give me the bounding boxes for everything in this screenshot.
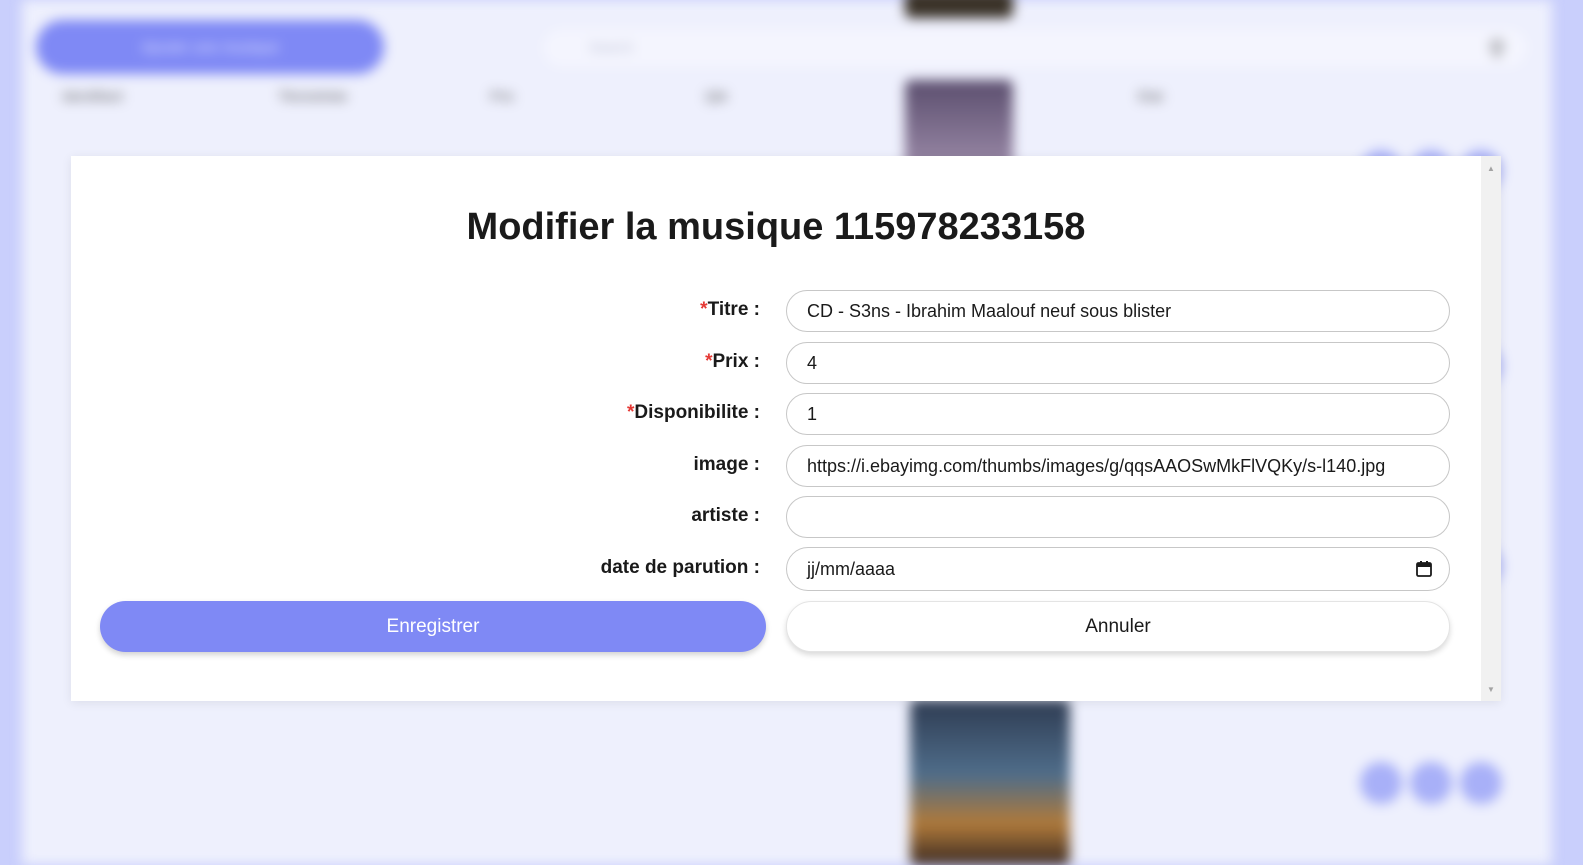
search-placeholder: Search bbox=[589, 39, 634, 55]
title-input[interactable] bbox=[786, 290, 1450, 332]
column-header-title: Titre/artiste bbox=[278, 88, 348, 104]
image-url-input[interactable] bbox=[786, 445, 1450, 487]
artist-label: artiste : bbox=[691, 505, 760, 526]
release-date-label: date de parution : bbox=[600, 557, 760, 578]
image-label: image : bbox=[693, 454, 760, 475]
modal-title: Modifier la musique 115978233158 bbox=[466, 206, 1086, 248]
column-header-id: Identifiant bbox=[62, 88, 123, 104]
scroll-down-arrow-icon[interactable]: ▼ bbox=[1481, 681, 1501, 697]
column-header-qty: Qté bbox=[705, 88, 728, 104]
artist-input[interactable] bbox=[786, 496, 1450, 538]
row-action-buttons bbox=[1360, 762, 1502, 804]
save-button[interactable]: Enregistrer bbox=[100, 601, 766, 652]
row-action-icon bbox=[1410, 762, 1452, 804]
search-icon: ⚲ bbox=[1488, 36, 1505, 61]
row-action-icon bbox=[1460, 762, 1502, 804]
availability-label-text: Disponibilite : bbox=[634, 402, 760, 423]
scroll-up-arrow-icon[interactable]: ▲ bbox=[1481, 160, 1501, 176]
price-label: *Prix : bbox=[705, 351, 760, 373]
release-date-placeholder: jj/mm/aaaa bbox=[807, 559, 896, 579]
edit-music-modal: Modifier la musique 115978233158 *Titre … bbox=[71, 156, 1501, 701]
column-header-state: Etat bbox=[1138, 88, 1163, 104]
modal-scrollbar[interactable]: ▲ ▼ bbox=[1481, 156, 1501, 701]
required-marker: * bbox=[700, 299, 708, 320]
title-label-text: Titre : bbox=[707, 299, 760, 320]
add-music-button: Ajouter une musique bbox=[36, 20, 384, 74]
availability-input[interactable] bbox=[786, 393, 1450, 435]
album-cover-thumbnail bbox=[905, 0, 1013, 18]
calendar-icon[interactable] bbox=[1415, 560, 1433, 578]
cancel-button[interactable]: Annuler bbox=[786, 601, 1450, 652]
release-date-input[interactable]: jj/mm/aaaa bbox=[786, 547, 1450, 591]
search-bar: Search ⚲ bbox=[540, 26, 1530, 70]
column-header-price: Prix bbox=[490, 88, 515, 104]
row-action-icon bbox=[1360, 762, 1402, 804]
price-label-text: Prix : bbox=[712, 351, 760, 372]
price-input[interactable] bbox=[786, 342, 1450, 384]
title-label: *Titre : bbox=[700, 299, 760, 321]
album-cover-thumbnail bbox=[910, 700, 1070, 865]
availability-label: *Disponibilite : bbox=[627, 402, 760, 424]
